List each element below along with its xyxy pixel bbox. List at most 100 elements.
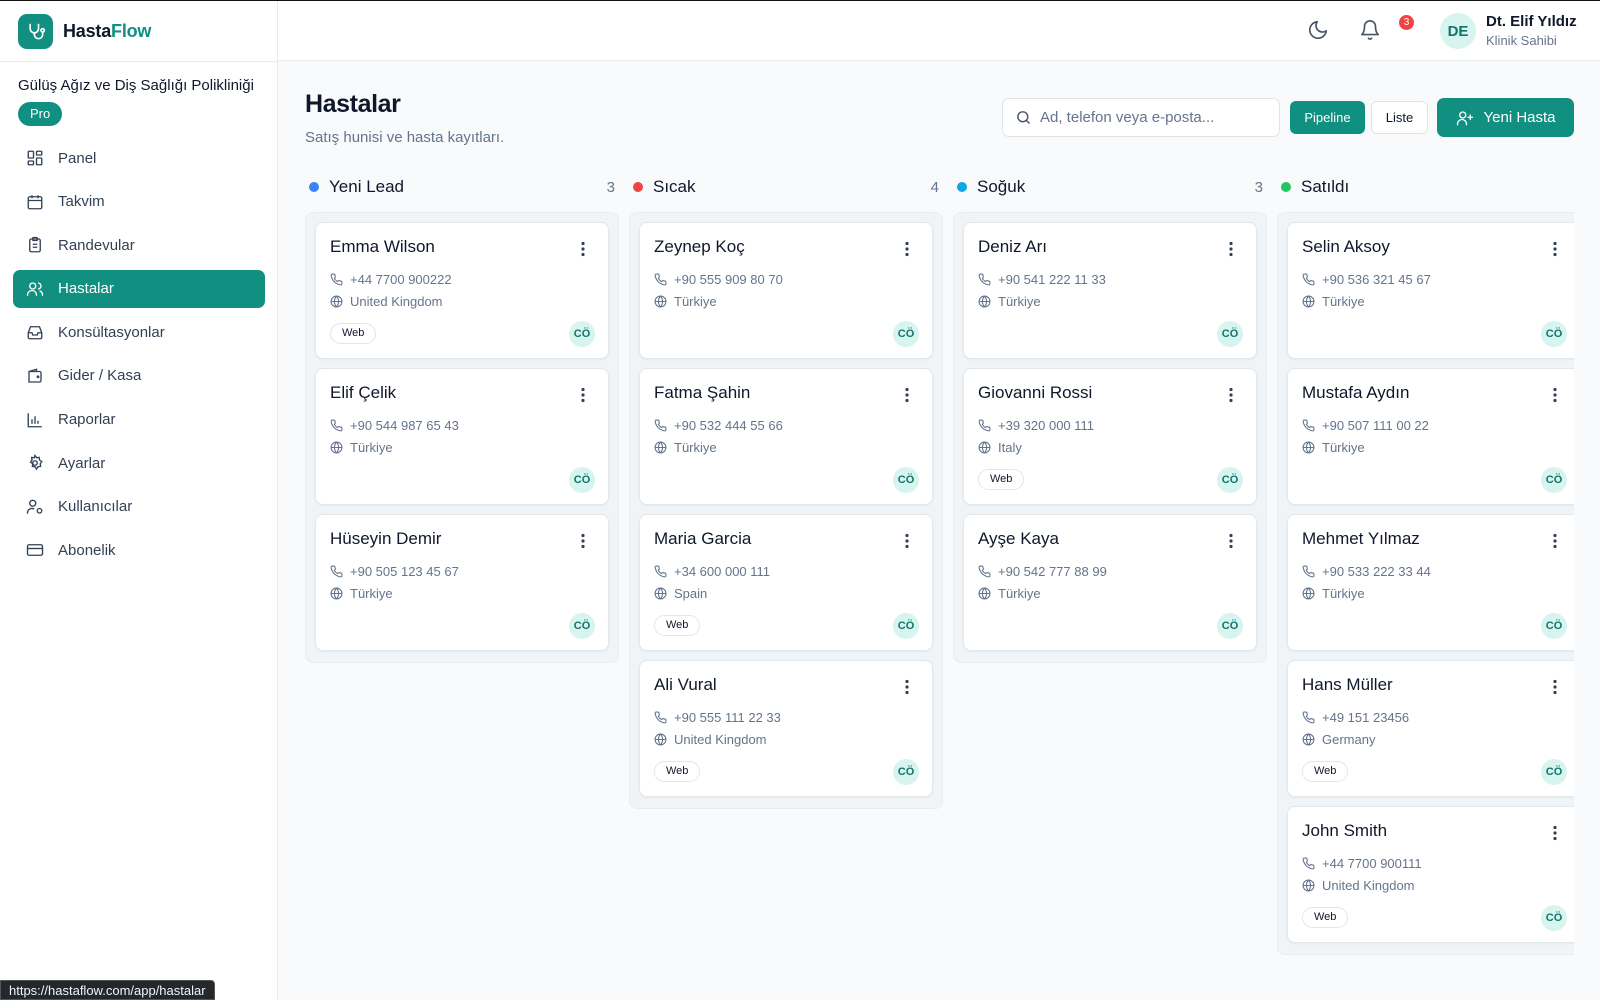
patient-country-row: United Kingdom [1302,878,1415,893]
sidebar-item-label: Kullanıcılar [58,498,133,516]
sidebar-item-randevular[interactable]: Randevular [13,226,265,264]
patient-card[interactable]: Hans Müller +49 151 23456 Germany Web CÖ [1287,660,1574,797]
sidebar-item-abonelik[interactable]: Abonelik [13,531,265,569]
pipeline-column: Satıldı Selin Aksoy +90 536 321 45 67 Türki… [1277,172,1574,955]
assignee-avatar: CÖ [1541,467,1567,493]
column-count: 3 [1254,178,1263,196]
phone-icon [330,565,343,578]
more-vertical-icon[interactable] [1224,241,1238,257]
more-vertical-icon[interactable] [576,533,590,549]
patient-name: Zeynep Koç [654,237,745,256]
sidebar-item-label: Abonelik [58,541,116,559]
patient-card[interactable]: John Smith +44 7700 900111 United Kingdom W… [1287,806,1574,943]
more-vertical-icon[interactable] [576,387,590,403]
patient-card[interactable]: Selin Aksoy +90 536 321 45 67 Türkiye CÖ [1287,222,1574,359]
patient-card[interactable]: Maria Garcia +34 600 000 111 Spain Web CÖ [639,514,933,651]
more-vertical-icon[interactable] [900,679,914,695]
more-vertical-icon[interactable] [900,387,914,403]
column-header: Sıcak 4 [629,172,943,202]
more-vertical-icon[interactable] [1224,533,1238,549]
pipeline-board: Yeni Lead 3 Emma Wilson +44 7700 900222 Unit… [305,172,1574,962]
new-patient-button[interactable]: Yeni Hasta [1437,98,1574,137]
patient-name: John Smith [1302,821,1388,840]
more-vertical-icon[interactable] [1548,679,1562,695]
clinic-name[interactable]: Gülüş Ağız ve Diş Sağlığı Polikliniği [18,77,264,94]
patient-country: Spain [674,586,708,601]
top-bar: 3 DE Dt. Elif Yıldız Klinik Sahibi [278,1,1600,61]
patient-phone: +90 505 123 45 67 [350,564,459,579]
column-status-dot [309,182,319,192]
sidebar-item-takvim[interactable]: Takvim [13,183,265,221]
patient-phone-row: +90 542 777 88 99 [978,564,1107,579]
phone-icon [1302,711,1315,724]
sidebar-item-gider-kasa[interactable]: Gider / Kasa [13,357,265,395]
sidebar: HastaFlow Gülüş Ağız ve Diş Sağlığı Poli… [0,1,278,1000]
assignee-avatar: CÖ [1217,467,1243,493]
patient-card[interactable]: Mustafa Aydın +90 507 111 00 22 Türkiye CÖ [1287,368,1574,505]
globe-icon [978,295,991,308]
column-title: Satıldı [1301,177,1350,196]
patient-name: Hans Müller [1302,675,1393,694]
bell-icon[interactable] [1359,19,1381,41]
more-vertical-icon[interactable] [1548,241,1562,257]
patient-card[interactable]: Giovanni Rossi +39 320 000 111 Italy Web CÖ [963,368,1257,505]
sidebar-divider [0,61,278,62]
patient-phone-row: +90 536 321 45 67 [1302,272,1431,287]
sidebar-item-label: Panel [58,149,97,167]
patient-name: Mehmet Yılmaz [1302,529,1420,548]
more-vertical-icon[interactable] [900,533,914,549]
notification-count-badge: 3 [1399,15,1414,30]
more-vertical-icon[interactable] [900,241,914,257]
sidebar-item-ayarlar[interactable]: Ayarlar [13,444,265,482]
patient-card[interactable]: Ayşe Kaya +90 542 777 88 99 Türkiye CÖ [963,514,1257,651]
patient-country: Türkiye [674,440,717,455]
patient-phone: +90 532 444 55 66 [674,418,783,433]
assignee-avatar: CÖ [569,321,595,347]
globe-icon [1302,441,1315,454]
pipeline-view-button[interactable]: Pipeline [1290,101,1365,134]
assignee-avatar: CÖ [1541,905,1567,931]
sidebar-item-raporlar[interactable]: Raporlar [13,401,265,439]
patient-card[interactable]: Mehmet Yılmaz +90 533 222 33 44 Türkiye CÖ [1287,514,1574,651]
patient-phone: +49 151 23456 [1322,710,1410,725]
column-count: 4 [930,178,939,196]
moon-icon[interactable] [1307,19,1329,41]
phone-icon [1302,273,1315,286]
list-view-button[interactable]: Liste [1371,101,1428,134]
more-vertical-icon[interactable] [576,241,590,257]
more-vertical-icon[interactable] [1224,387,1238,403]
patient-country-row: United Kingdom [654,732,767,747]
globe-icon [1302,587,1315,600]
phone-icon [978,419,991,432]
patient-card[interactable]: Emma Wilson +44 7700 900222 United Kingdom… [315,222,609,359]
patient-card[interactable]: Ali Vural +90 555 111 22 33 United Kingdom… [639,660,933,797]
patient-card[interactable]: Fatma Şahin +90 532 444 55 66 Türkiye CÖ [639,368,933,505]
sidebar-item-label: Raporlar [58,411,116,429]
search-input[interactable] [1040,109,1270,126]
phone-icon [978,565,991,578]
patient-card[interactable]: Zeynep Koç +90 555 909 80 70 Türkiye CÖ [639,222,933,359]
patient-phone: +44 7700 900222 [350,272,452,287]
app-logo[interactable]: HastaFlow [18,14,151,49]
wallet-icon [28,368,42,383]
phone-icon [654,273,667,286]
sidebar-item-kullanicilar[interactable]: Kullanıcılar [13,488,265,526]
page-title: Hastalar [305,90,401,118]
user-name[interactable]: Dt. Elif Yıldız [1486,13,1577,30]
sidebar-item-panel[interactable]: Panel [13,139,265,177]
patient-card[interactable]: Elif Çelik +90 544 987 65 43 Türkiye CÖ [315,368,609,505]
patient-card[interactable]: Deniz Arı +90 541 222 11 33 Türkiye CÖ [963,222,1257,359]
sidebar-item-hastalar[interactable]: Hastalar [13,269,265,308]
assignee-avatar: CÖ [893,759,919,785]
more-vertical-icon[interactable] [1548,825,1562,841]
sidebar-item-konsultasyonlar[interactable]: Konsültasyonlar [13,313,265,351]
more-vertical-icon[interactable] [1548,387,1562,403]
patient-phone-row: +90 555 909 80 70 [654,272,783,287]
more-vertical-icon[interactable] [1548,533,1562,549]
user-avatar[interactable]: DE [1440,13,1476,49]
column-title: Sıcak [653,177,696,196]
source-tag: Web [1302,761,1349,782]
patient-card[interactable]: Hüseyin Demir +90 505 123 45 67 Türkiye CÖ [315,514,609,651]
patient-country: Türkiye [1322,586,1365,601]
patient-phone-row: +90 505 123 45 67 [330,564,459,579]
